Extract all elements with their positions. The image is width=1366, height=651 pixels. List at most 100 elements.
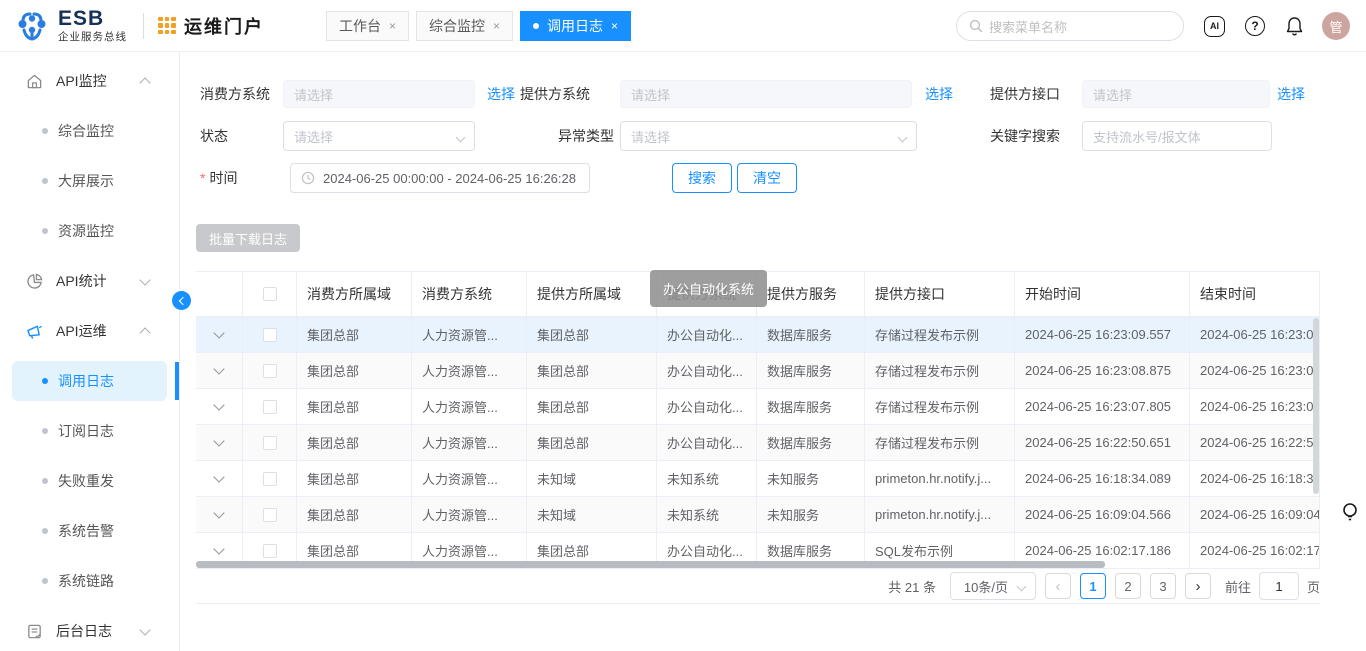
column-header-结束时间: 结束时间 xyxy=(1190,272,1320,316)
keyword-search-label: 关键字搜索 xyxy=(990,120,1060,152)
tab-close-icon[interactable]: × xyxy=(493,19,500,33)
sidebar-item-label: 订阅日志 xyxy=(58,421,114,441)
page-button-1[interactable]: 1 xyxy=(1080,573,1106,599)
sidebar-item-label: 调用日志 xyxy=(58,371,114,391)
menu-search-input[interactable]: 搜索菜单名称 xyxy=(956,11,1184,41)
sidebar-item-资源监控[interactable]: 资源监控 xyxy=(12,211,167,251)
sidebar-item-API统计[interactable]: API统计 xyxy=(12,261,167,301)
table-row[interactable]: 集团总部人力资源管...未知域未知系统未知服务primeton.hr.notif… xyxy=(196,461,1320,497)
table-cell: 未知域 xyxy=(527,461,657,496)
tab-调用日志[interactable]: 调用日志 × xyxy=(520,11,631,41)
active-tab-dot xyxy=(533,23,539,29)
sidebar-item-label: 大屏展示 xyxy=(58,171,114,191)
status-select[interactable]: 请选择 xyxy=(283,121,475,151)
avatar[interactable]: 管 xyxy=(1322,12,1350,40)
clock-icon xyxy=(301,171,315,185)
time-range-input[interactable]: 2024-06-25 00:00:00 - 2024-06-25 16:26:2… xyxy=(290,163,590,193)
table-cell: 2024-06-25 16:18:34.089 xyxy=(1015,461,1190,496)
column-tooltip: 办公自动化系统 xyxy=(650,270,767,307)
top-bar: ESB 企业服务总线 运维门户 工作台×综合监控×调用日志× 搜索菜单名称 AI… xyxy=(0,0,1366,52)
sidebar-item-API运维[interactable]: API运维 xyxy=(12,311,167,351)
exception-type-select[interactable]: 请选择 xyxy=(620,121,917,151)
provider-interface-input[interactable]: 请选择 xyxy=(1082,80,1270,108)
expand-row-icon[interactable] xyxy=(213,471,224,482)
sidebar-item-失败重发[interactable]: 失败重发 xyxy=(12,461,167,501)
expand-row-icon[interactable] xyxy=(213,507,224,518)
sidebar-item-系统链路[interactable]: 系统链路 xyxy=(12,561,167,601)
table-cell: 集团总部 xyxy=(297,497,412,532)
keyword-search-input[interactable]: 支持流水号/报文体 xyxy=(1082,121,1272,151)
row-checkbox[interactable] xyxy=(263,328,277,342)
row-checkbox[interactable] xyxy=(263,472,277,486)
time-label: *时间 xyxy=(200,162,237,194)
tab-label: 调用日志 xyxy=(547,16,603,36)
provider-system-select-link[interactable]: 选择 xyxy=(925,78,953,110)
expand-row-icon[interactable] xyxy=(213,327,224,338)
tab-工作台[interactable]: 工作台× xyxy=(326,11,409,41)
sidebar-collapse-button[interactable] xyxy=(172,291,191,310)
expand-row-icon[interactable] xyxy=(213,399,224,410)
provider-system-input[interactable]: 请选择 xyxy=(620,80,912,108)
consumer-system-select-link[interactable]: 选择 xyxy=(487,78,515,110)
table-cell: 办公自动化... xyxy=(657,317,757,352)
clear-button[interactable]: 清空 xyxy=(737,163,797,193)
provider-interface-select-link[interactable]: 选择 xyxy=(1277,78,1305,110)
table-row[interactable]: 集团总部人力资源管...集团总部办公自动化...数据库服务存储过程发布示例202… xyxy=(196,389,1320,425)
horizontal-scrollbar[interactable] xyxy=(196,561,1105,568)
checkbox-cell xyxy=(243,461,297,496)
sidebar-item-调用日志[interactable]: 调用日志 xyxy=(12,361,167,401)
chevron-down-icon xyxy=(1017,582,1027,592)
expand-cell xyxy=(196,389,243,424)
page-button-3[interactable]: 3 xyxy=(1150,573,1176,599)
table-row[interactable]: 集团总部人力资源管...集团总部办公自动化...数据库服务存储过程发布示例202… xyxy=(196,317,1320,353)
sidebar-item-label: 资源监控 xyxy=(58,221,114,241)
log-table: 消费方所属域消费方系统提供方所属域提供方系统提供方服务提供方接口开始时间结束时间… xyxy=(196,271,1320,569)
notifications-button[interactable] xyxy=(1285,16,1304,36)
sidebar-item-label: 系统链路 xyxy=(58,571,114,591)
provider-system-label: 提供方系统 xyxy=(520,78,590,110)
prev-page-button[interactable]: ‹ xyxy=(1045,573,1071,599)
goto-page-input[interactable]: 1 xyxy=(1259,572,1299,600)
row-checkbox[interactable] xyxy=(263,400,277,414)
sidebar-item-大屏展示[interactable]: 大屏展示 xyxy=(12,161,167,201)
vertical-scrollbar[interactable] xyxy=(1313,318,1319,494)
consumer-system-input[interactable]: 请选择 xyxy=(283,80,475,108)
table-cell: 2024-06-25 16:09:04.566 xyxy=(1015,497,1190,532)
row-checkbox[interactable] xyxy=(263,544,277,558)
table-cell: 未知服务 xyxy=(757,497,865,532)
expand-row-icon[interactable] xyxy=(213,435,224,446)
hint-button[interactable] xyxy=(1342,502,1358,529)
table-row[interactable]: 集团总部人力资源管...未知域未知系统未知服务primeton.hr.notif… xyxy=(196,497,1320,533)
expand-row-icon[interactable] xyxy=(213,363,224,374)
goto-label: 前往 xyxy=(1225,577,1251,596)
table-cell: 存储过程发布示例 xyxy=(865,425,1015,460)
consumer-system-placeholder: 请选择 xyxy=(294,85,333,104)
menu-bullet xyxy=(42,478,48,484)
row-checkbox[interactable] xyxy=(263,364,277,378)
sidebar-item-系统告警[interactable]: 系统告警 xyxy=(12,511,167,551)
next-page-button[interactable]: › xyxy=(1185,573,1211,599)
sidebar-item-API监控[interactable]: API监控 xyxy=(12,61,167,101)
search-button[interactable]: 搜索 xyxy=(672,163,732,193)
row-checkbox[interactable] xyxy=(263,436,277,450)
table-cell: 存储过程发布示例 xyxy=(865,389,1015,424)
row-checkbox[interactable] xyxy=(263,508,277,522)
checkbox-cell xyxy=(243,497,297,532)
sidebar-item-综合监控[interactable]: 综合监控 xyxy=(12,111,167,151)
tab-close-icon[interactable]: × xyxy=(611,19,618,33)
sidebar: API监控综合监控大屏展示资源监控 API统计 API运维调用日志订阅日志失败重发系… xyxy=(0,52,180,651)
table-row[interactable]: 集团总部人力资源管...集团总部办公自动化...数据库服务存储过程发布示例202… xyxy=(196,425,1320,461)
help-button[interactable]: ? xyxy=(1245,16,1265,36)
batch-download-button[interactable]: 批量下载日志 xyxy=(196,224,300,252)
ai-assistant-button[interactable]: AI xyxy=(1204,16,1225,37)
tab-close-icon[interactable]: × xyxy=(389,19,396,33)
sidebar-item-后台日志[interactable]: 后台日志 xyxy=(12,611,167,651)
expand-row-icon[interactable] xyxy=(213,543,224,554)
page-size-select[interactable]: 10条/页 xyxy=(950,572,1036,600)
table-row[interactable]: 集团总部人力资源管...集团总部办公自动化...数据库服务存储过程发布示例202… xyxy=(196,353,1320,389)
page-button-2[interactable]: 2 xyxy=(1115,573,1141,599)
sidebar-item-订阅日志[interactable]: 订阅日志 xyxy=(12,411,167,451)
sidebar-item-label: API监控 xyxy=(56,71,107,91)
select-all-checkbox[interactable] xyxy=(263,287,277,301)
tab-综合监控[interactable]: 综合监控× xyxy=(416,11,513,41)
